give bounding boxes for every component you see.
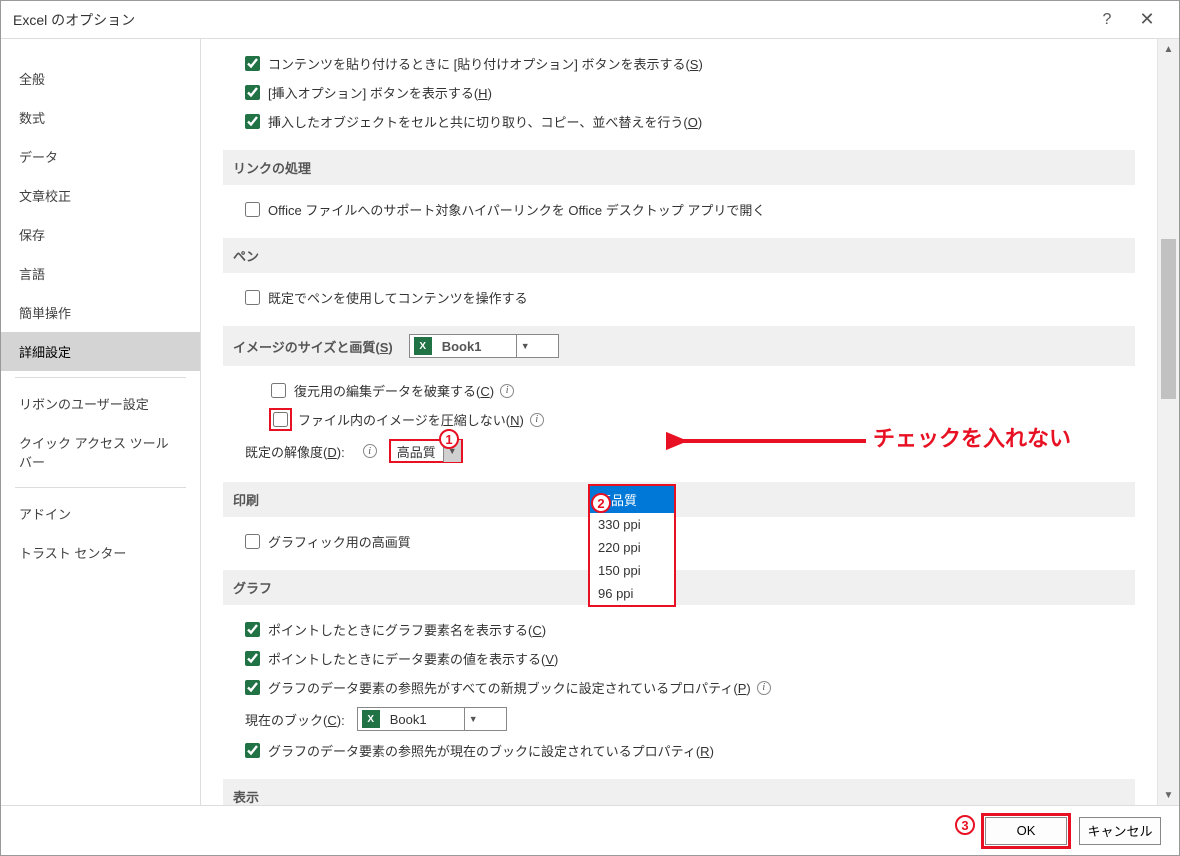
section-image-label: イメージのサイズと画質(S) <box>233 337 393 356</box>
check-chart-props-newbook: グラフのデータ要素の参照先がすべての新規ブックに設定されているプロパティ(P) … <box>223 673 1135 702</box>
resolution-label: 既定の解像度(D): <box>245 442 345 461</box>
check-insert-options: [挿入オプション] ボタンを表示する(H) <box>223 78 1135 107</box>
check-label: Office ファイルへのサポート対象ハイパーリンクを Office デスクトッ… <box>268 200 765 219</box>
annotation-text: チェックを入れない <box>873 421 1071 453</box>
checkbox-cut-objects[interactable] <box>245 114 260 129</box>
sidebar-item-save[interactable]: 保存 <box>1 215 200 254</box>
check-label: グラフィック用の高画質 <box>268 532 411 551</box>
sidebar-item-trust[interactable]: トラスト センター <box>1 533 200 572</box>
check-label: グラフのデータ要素の参照先がすべての新規ブックに設定されているプロパティ(P) <box>268 678 751 697</box>
check-label: 既定でペンを使用してコンテンツを操作する <box>268 288 528 307</box>
checkbox-paste-options[interactable] <box>245 56 260 71</box>
annotation-2: 2 <box>591 493 611 513</box>
scroll-up-icon[interactable]: ▲ <box>1158 39 1179 59</box>
check-label: [挿入オプション] ボタンを表示する(H) <box>268 83 492 102</box>
dropdown-item-330[interactable]: 330 ppi <box>590 513 674 536</box>
section-pen: ペン <box>223 238 1135 273</box>
checkbox-no-compress[interactable] <box>273 412 288 427</box>
section-print: 印刷 <box>223 482 1135 517</box>
dialog-footer: 3 OK キャンセル <box>1 805 1179 855</box>
chevron-down-icon: ▼ <box>516 335 534 357</box>
checkbox-discard-edit[interactable] <box>271 383 286 398</box>
combo-text: Book1 <box>436 339 516 354</box>
titlebar: Excel のオプション ? ✕ <box>1 1 1179 39</box>
sidebar-separator <box>15 377 186 378</box>
checkbox-open-hyperlinks[interactable] <box>245 202 260 217</box>
vertical-scrollbar[interactable]: ▲ ▼ <box>1157 39 1179 805</box>
info-icon[interactable]: i <box>363 444 377 458</box>
help-icon[interactable]: ? <box>1087 11 1127 29</box>
cancel-button[interactable]: キャンセル <box>1079 817 1161 845</box>
dropdown-item-96[interactable]: 96 ppi <box>590 582 674 605</box>
current-book-label: 現在のブック(C): <box>245 710 345 729</box>
checkbox-high-quality-graphics[interactable] <box>245 534 260 549</box>
check-label: 挿入したオブジェクトをセルと共に切り取り、コピー、並べ替えを行う(O) <box>268 112 702 131</box>
section-display: 表示 <box>223 779 1135 805</box>
ok-button[interactable]: OK <box>985 817 1067 845</box>
current-book-combo[interactable]: X Book1 ▼ <box>357 707 507 731</box>
check-pen-default: 既定でペンを使用してコンテンツを操作する <box>223 283 1135 312</box>
check-label: ポイントしたときにデータ要素の値を表示する(V) <box>268 649 558 668</box>
sidebar-separator <box>15 487 186 488</box>
check-paste-options: コンテンツを貼り付けるときに [貼り付けオプション] ボタンを表示する(S) <box>223 49 1135 78</box>
section-link: リンクの処理 <box>223 150 1135 185</box>
sidebar-item-advanced[interactable]: 詳細設定 <box>1 332 200 371</box>
excel-icon: X <box>414 337 432 355</box>
dropdown-item-150[interactable]: 150 ppi <box>590 559 674 582</box>
options-dialog: Excel のオプション ? ✕ 全般 数式 データ 文章校正 保存 言語 簡単… <box>0 0 1180 856</box>
sidebar-item-proofing[interactable]: 文章校正 <box>1 176 200 215</box>
dropdown-item-220[interactable]: 220 ppi <box>590 536 674 559</box>
section-chart: グラフ <box>223 570 1135 605</box>
scroll-thumb[interactable] <box>1161 239 1176 399</box>
sidebar-item-formulas[interactable]: 数式 <box>1 98 200 137</box>
sidebar-item-ribbon[interactable]: リボンのユーザー設定 <box>1 384 200 423</box>
scroll-track[interactable] <box>1158 59 1179 785</box>
sidebar-item-addins[interactable]: アドイン <box>1 494 200 533</box>
sidebar-item-accessibility[interactable]: 簡単操作 <box>1 293 200 332</box>
check-open-hyperlinks: Office ファイルへのサポート対象ハイパーリンクを Office デスクトッ… <box>223 195 1135 224</box>
image-book-combo[interactable]: X Book1 ▼ <box>409 334 559 358</box>
combo-text: Book1 <box>384 712 464 727</box>
checkbox-chart-element-names[interactable] <box>245 622 260 637</box>
dialog-body: 全般 数式 データ 文章校正 保存 言語 簡単操作 詳細設定 リボンのユーザー設… <box>1 39 1179 805</box>
check-chart-element-names: ポイントしたときにグラフ要素名を表示する(C) <box>223 615 1135 644</box>
sidebar-item-data[interactable]: データ <box>1 137 200 176</box>
info-icon[interactable]: i <box>530 413 544 427</box>
chevron-down-icon: ▼ <box>464 708 482 730</box>
check-discard-edit: 復元用の編集データを破棄する(C) i <box>223 376 1135 405</box>
excel-icon: X <box>362 710 380 728</box>
close-icon[interactable]: ✕ <box>1127 9 1167 30</box>
check-chart-data-values: ポイントしたときにデータ要素の値を表示する(V) <box>223 644 1135 673</box>
check-cut-objects: 挿入したオブジェクトをセルと共に切り取り、コピー、並べ替えを行う(O) <box>223 107 1135 136</box>
checkbox-pen-default[interactable] <box>245 290 260 305</box>
combo-text: 高品質 <box>391 442 443 461</box>
check-high-quality-graphics: グラフィック用の高画質 <box>223 527 1135 556</box>
check-label: ファイル内のイメージを圧縮しない(N) <box>298 410 524 429</box>
section-image: イメージのサイズと画質(S) X Book1 ▼ <box>223 326 1135 366</box>
info-icon[interactable]: i <box>757 681 771 695</box>
annotation-3: 3 <box>955 815 975 835</box>
content-wrap: コンテンツを貼り付けるときに [貼り付けオプション] ボタンを表示する(S) [… <box>201 39 1179 805</box>
scroll-down-icon[interactable]: ▼ <box>1158 785 1179 805</box>
check-label: コンテンツを貼り付けるときに [貼り付けオプション] ボタンを表示する(S) <box>268 54 703 73</box>
sidebar-item-language[interactable]: 言語 <box>1 254 200 293</box>
check-chart-props-current: グラフのデータ要素の参照先が現在のブックに設定されているプロパティ(R) <box>223 736 1135 765</box>
checkbox-insert-options[interactable] <box>245 85 260 100</box>
checkbox-chart-data-values[interactable] <box>245 651 260 666</box>
checkbox-chart-props-current[interactable] <box>245 743 260 758</box>
window-title: Excel のオプション <box>13 10 1087 30</box>
check-label: 復元用の編集データを破棄する(C) <box>294 381 494 400</box>
sidebar-item-general[interactable]: 全般 <box>1 59 200 98</box>
sidebar-item-qat[interactable]: クイック アクセス ツール バー <box>1 423 200 481</box>
info-icon[interactable]: i <box>500 384 514 398</box>
check-label: グラフのデータ要素の参照先が現在のブックに設定されているプロパティ(R) <box>268 741 714 760</box>
checkbox-chart-props-newbook[interactable] <box>245 680 260 695</box>
check-label: ポイントしたときにグラフ要素名を表示する(C) <box>268 620 546 639</box>
content-panel: コンテンツを貼り付けるときに [貼り付けオプション] ボタンを表示する(S) [… <box>201 39 1157 805</box>
annotation-1: 1 <box>439 429 459 449</box>
row-current-book: 現在のブック(C): X Book1 ▼ <box>223 702 1135 736</box>
sidebar: 全般 数式 データ 文章校正 保存 言語 簡単操作 詳細設定 リボンのユーザー設… <box>1 39 201 805</box>
